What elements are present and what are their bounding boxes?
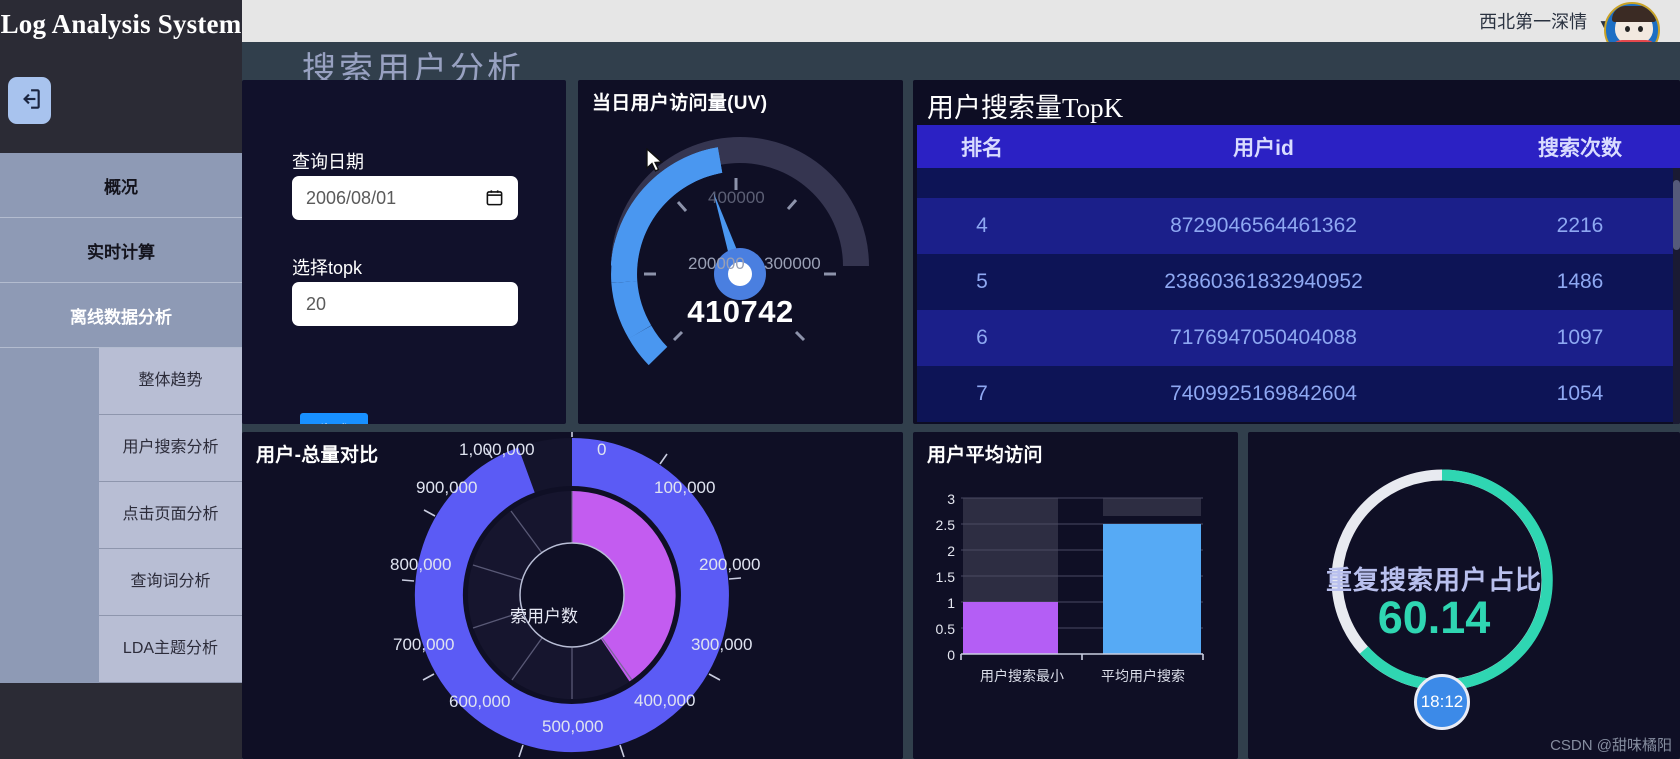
topk-body[interactable]: 3 9544495986617893 3610 4 87290465644613… — [917, 168, 1680, 424]
avatar-hair — [1612, 6, 1656, 22]
topk-header-row: 排名 用户id 搜索次数 — [917, 125, 1680, 168]
app-brand: Log Analysis System — [0, 8, 242, 39]
bar-ytick-5: 2.5 — [935, 517, 955, 533]
table-row[interactable]: 5 23860361832940952 1486 — [917, 254, 1680, 310]
avatar-eye-right — [1638, 26, 1643, 32]
donut-tick-3: 300,000 — [691, 635, 753, 654]
bar-xtick-0: 用户搜索最小 — [980, 668, 1064, 684]
repeat-search-ratio-panel: 重复搜索用户占比 60.14 18:12 CSDN @甜味橘阳 — [1248, 432, 1680, 759]
sidebar-nav: 概况 实时计算 离线数据分析 整体趋势 用户搜索分析 点击页面分析 查询词分析 … — [0, 153, 242, 683]
topk-title: 用户搜索量TopK — [927, 93, 1124, 123]
cell-rank: 5 — [976, 270, 988, 293]
sidebar-subitem-label: 整体趋势 — [138, 372, 203, 389]
generate-button[interactable]: 生成 — [300, 413, 368, 424]
query-form-panel: 查询日期 选择topk 生成 — [242, 80, 566, 424]
bar-ytick-4: 2 — [947, 543, 955, 559]
sidebar-subitem-lda-topic[interactable]: LDA主题分析 — [99, 616, 242, 683]
sidebar-subitem-label: 点击页面分析 — [122, 506, 219, 523]
sidebar-item-label: 实时计算 — [87, 242, 155, 262]
donut-tick-4: 400,000 — [634, 691, 696, 710]
cell-rank: 4 — [976, 214, 988, 237]
table-row[interactable]: 3 9544495986617893 3610 — [917, 168, 1680, 198]
donut-center-label: 索用户数 — [510, 607, 578, 626]
sidebar-subitem-label: 用户搜索分析 — [122, 439, 219, 456]
bar-ytick-6: 3 — [947, 491, 955, 507]
logout-row — [0, 48, 242, 153]
topk-label: 选择topk — [292, 258, 363, 278]
user-menu[interactable]: 西北第一深情 ▼ — [1479, 8, 1610, 34]
cell-count: 2216 — [1556, 214, 1604, 237]
sidebar-item-realtime[interactable]: 实时计算 — [0, 218, 242, 283]
dashboard: 搜索用户分析 查询日期 选择topk 生成 当日用户访问量(UV) — [242, 42, 1680, 759]
app-root: Log Analysis System 概况 实时计算 离线数据分析 整体趋势 … — [0, 0, 1680, 759]
cell-rank: 7 — [976, 382, 988, 405]
sidebar-subitem-user-search[interactable]: 用户搜索分析 — [99, 415, 242, 482]
avatar-eye-left — [1625, 26, 1630, 32]
watermark: CSDN @甜味橘阳 — [1550, 737, 1672, 754]
cell-uid: 23860361832940952 — [1164, 270, 1363, 293]
sidebar-subitem-label: 查询词分析 — [130, 573, 211, 590]
sidebar-subitem-label: LDA主题分析 — [122, 640, 219, 657]
topk-col-rank: 排名 — [961, 136, 1003, 160]
cell-rank: 6 — [976, 326, 988, 349]
subnav-gutter — [0, 348, 99, 678]
table-row[interactable]: 6 7176947050404088 1097 — [917, 310, 1680, 366]
bar-ytick-2: 1 — [947, 595, 955, 611]
uv-gauge-panel: 当日用户访问量(UV) 200000 300000 400000 410742 — [578, 80, 903, 424]
topbar: 西北第一深情 ▼ — [242, 0, 1680, 42]
gauge-tick-1: 200000 — [688, 254, 745, 273]
donut-tick-8: 800,000 — [390, 555, 452, 574]
logout-icon — [17, 86, 43, 115]
cell-count: 1054 — [1556, 382, 1604, 405]
topk-col-count: 搜索次数 — [1538, 136, 1622, 160]
topk-scrollbar-thumb[interactable] — [1673, 180, 1680, 250]
cell-uid: 7409925169842604 — [1170, 382, 1357, 405]
donut-tick-10: 1,000,000 — [459, 440, 535, 459]
topk-panel: 用户搜索量TopK 排名 用户id 搜索次数 3 954449598661789… — [913, 80, 1680, 424]
sidebar-item-overview[interactable]: 概况 — [0, 153, 242, 218]
sidebar-subitem-click-page[interactable]: 点击页面分析 — [99, 482, 242, 549]
bar-xtick-1: 平均用户搜索 — [1101, 668, 1185, 684]
user-total-compare-panel: 用户-总量对比 索用户数 0 100,000 200,000 300,000 4… — [242, 432, 903, 759]
date-label: 查询日期 — [292, 152, 364, 172]
sidebar-subitem-query-word[interactable]: 查询词分析 — [99, 549, 242, 616]
gauge-tick-3: 400000 — [708, 188, 765, 207]
donut-tick-5: 500,000 — [542, 717, 604, 736]
time-badge[interactable]: 18:12 — [1414, 674, 1470, 730]
sidebar-item-label: 离线数据分析 — [70, 307, 172, 327]
cell-uid: 8729046564461362 — [1170, 214, 1357, 237]
table-row[interactable]: 4 8729046564461362 2216 — [917, 198, 1680, 254]
gauge-value: 410742 — [687, 294, 794, 329]
sidebar-subnav: 整体趋势 用户搜索分析 点击页面分析 查询词分析 LDA主题分析 — [99, 348, 242, 683]
sidebar-subitem-overall-trend[interactable]: 整体趋势 — [99, 348, 242, 415]
topk-input[interactable] — [292, 282, 518, 326]
table-row[interactable]: 7 7409925169842604 1054 — [917, 366, 1680, 422]
cell-count: 1097 — [1556, 326, 1604, 349]
avg-visit-panel: 用户平均访问 3 2.5 2 1.5 1 0.5 0 用户搜索最小 平均用户搜索 — [913, 432, 1238, 759]
gauge-tick-2: 300000 — [764, 254, 821, 273]
donut-tick-0: 0 — [597, 440, 607, 459]
logout-button[interactable] — [8, 77, 51, 124]
donut-tick-6: 600,000 — [449, 692, 511, 711]
donut-tick-7: 700,000 — [393, 635, 455, 654]
sidebar: Log Analysis System 概况 实时计算 离线数据分析 整体趋势 … — [0, 0, 242, 759]
donut-tick-2: 200,000 — [699, 555, 761, 574]
donut-chart — [401, 432, 742, 758]
user-name-label: 西北第一深情 — [1479, 12, 1588, 32]
sidebar-item-label: 概况 — [104, 177, 138, 197]
bar-ytick-1: 0.5 — [935, 621, 955, 637]
cell-count: 1486 — [1556, 270, 1604, 293]
bar-ytick-0: 0 — [947, 647, 955, 663]
ring-value: 60.14 — [1377, 592, 1491, 643]
cell-uid: 7176947050404088 — [1170, 326, 1357, 349]
sidebar-item-offline-analysis[interactable]: 离线数据分析 — [0, 283, 242, 348]
donut-tick-1: 100,000 — [654, 478, 716, 497]
bar-chart — [960, 497, 1204, 660]
date-field-wrap — [292, 176, 518, 220]
calendar-icon[interactable] — [485, 188, 504, 207]
topk-col-uid: 用户id — [1233, 136, 1294, 160]
bar-ytick-3: 1.5 — [935, 569, 955, 585]
donut-tick-9: 900,000 — [416, 478, 478, 497]
